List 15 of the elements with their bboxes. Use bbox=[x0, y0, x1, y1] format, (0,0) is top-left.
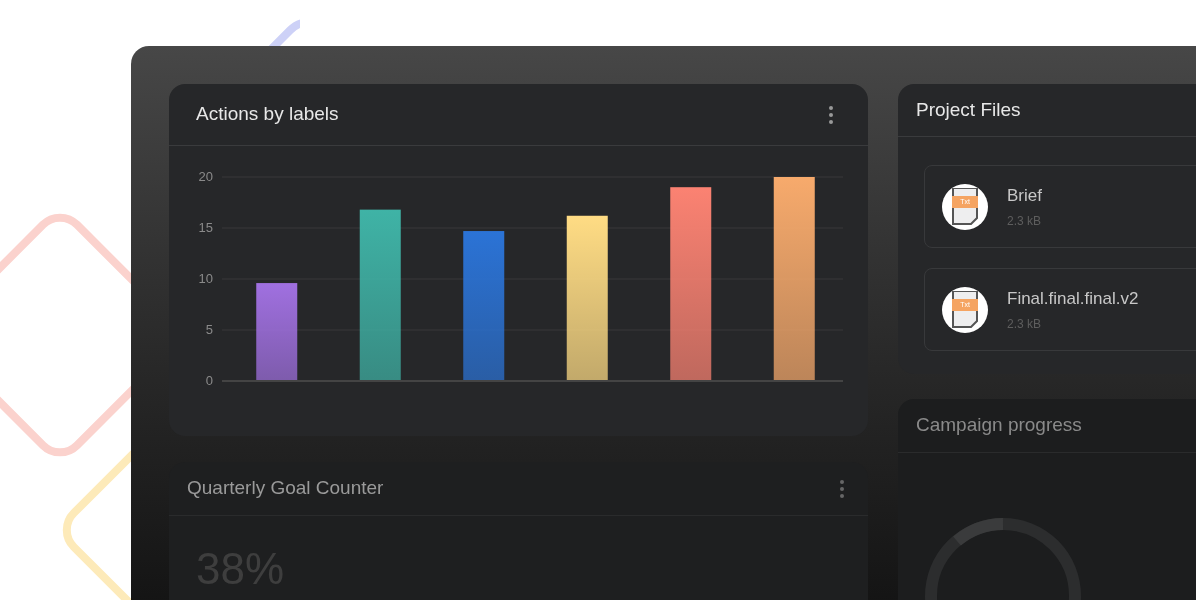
axis-tick-label: 0 bbox=[205, 373, 213, 388]
card-title: Quarterly Goal Counter bbox=[187, 476, 384, 501]
more-icon[interactable] bbox=[840, 479, 844, 498]
file-name: Final.final.final.v2 bbox=[1007, 287, 1139, 310]
card-title: Actions by labels bbox=[196, 102, 339, 127]
card-title: Campaign progress bbox=[916, 413, 1082, 438]
axis-tick-label: 10 bbox=[198, 271, 213, 286]
card-title: Project Files bbox=[916, 97, 1021, 122]
more-icon[interactable] bbox=[829, 105, 833, 124]
axis-tick-label: 15 bbox=[198, 220, 213, 235]
file-name: Brief bbox=[1007, 184, 1042, 207]
axis-tick-label: 5 bbox=[205, 322, 213, 337]
file-size: 2.3 kB bbox=[1007, 213, 1042, 231]
axis-tick-label: 20 bbox=[198, 169, 213, 184]
file-size: 2.3 kB bbox=[1007, 316, 1043, 334]
